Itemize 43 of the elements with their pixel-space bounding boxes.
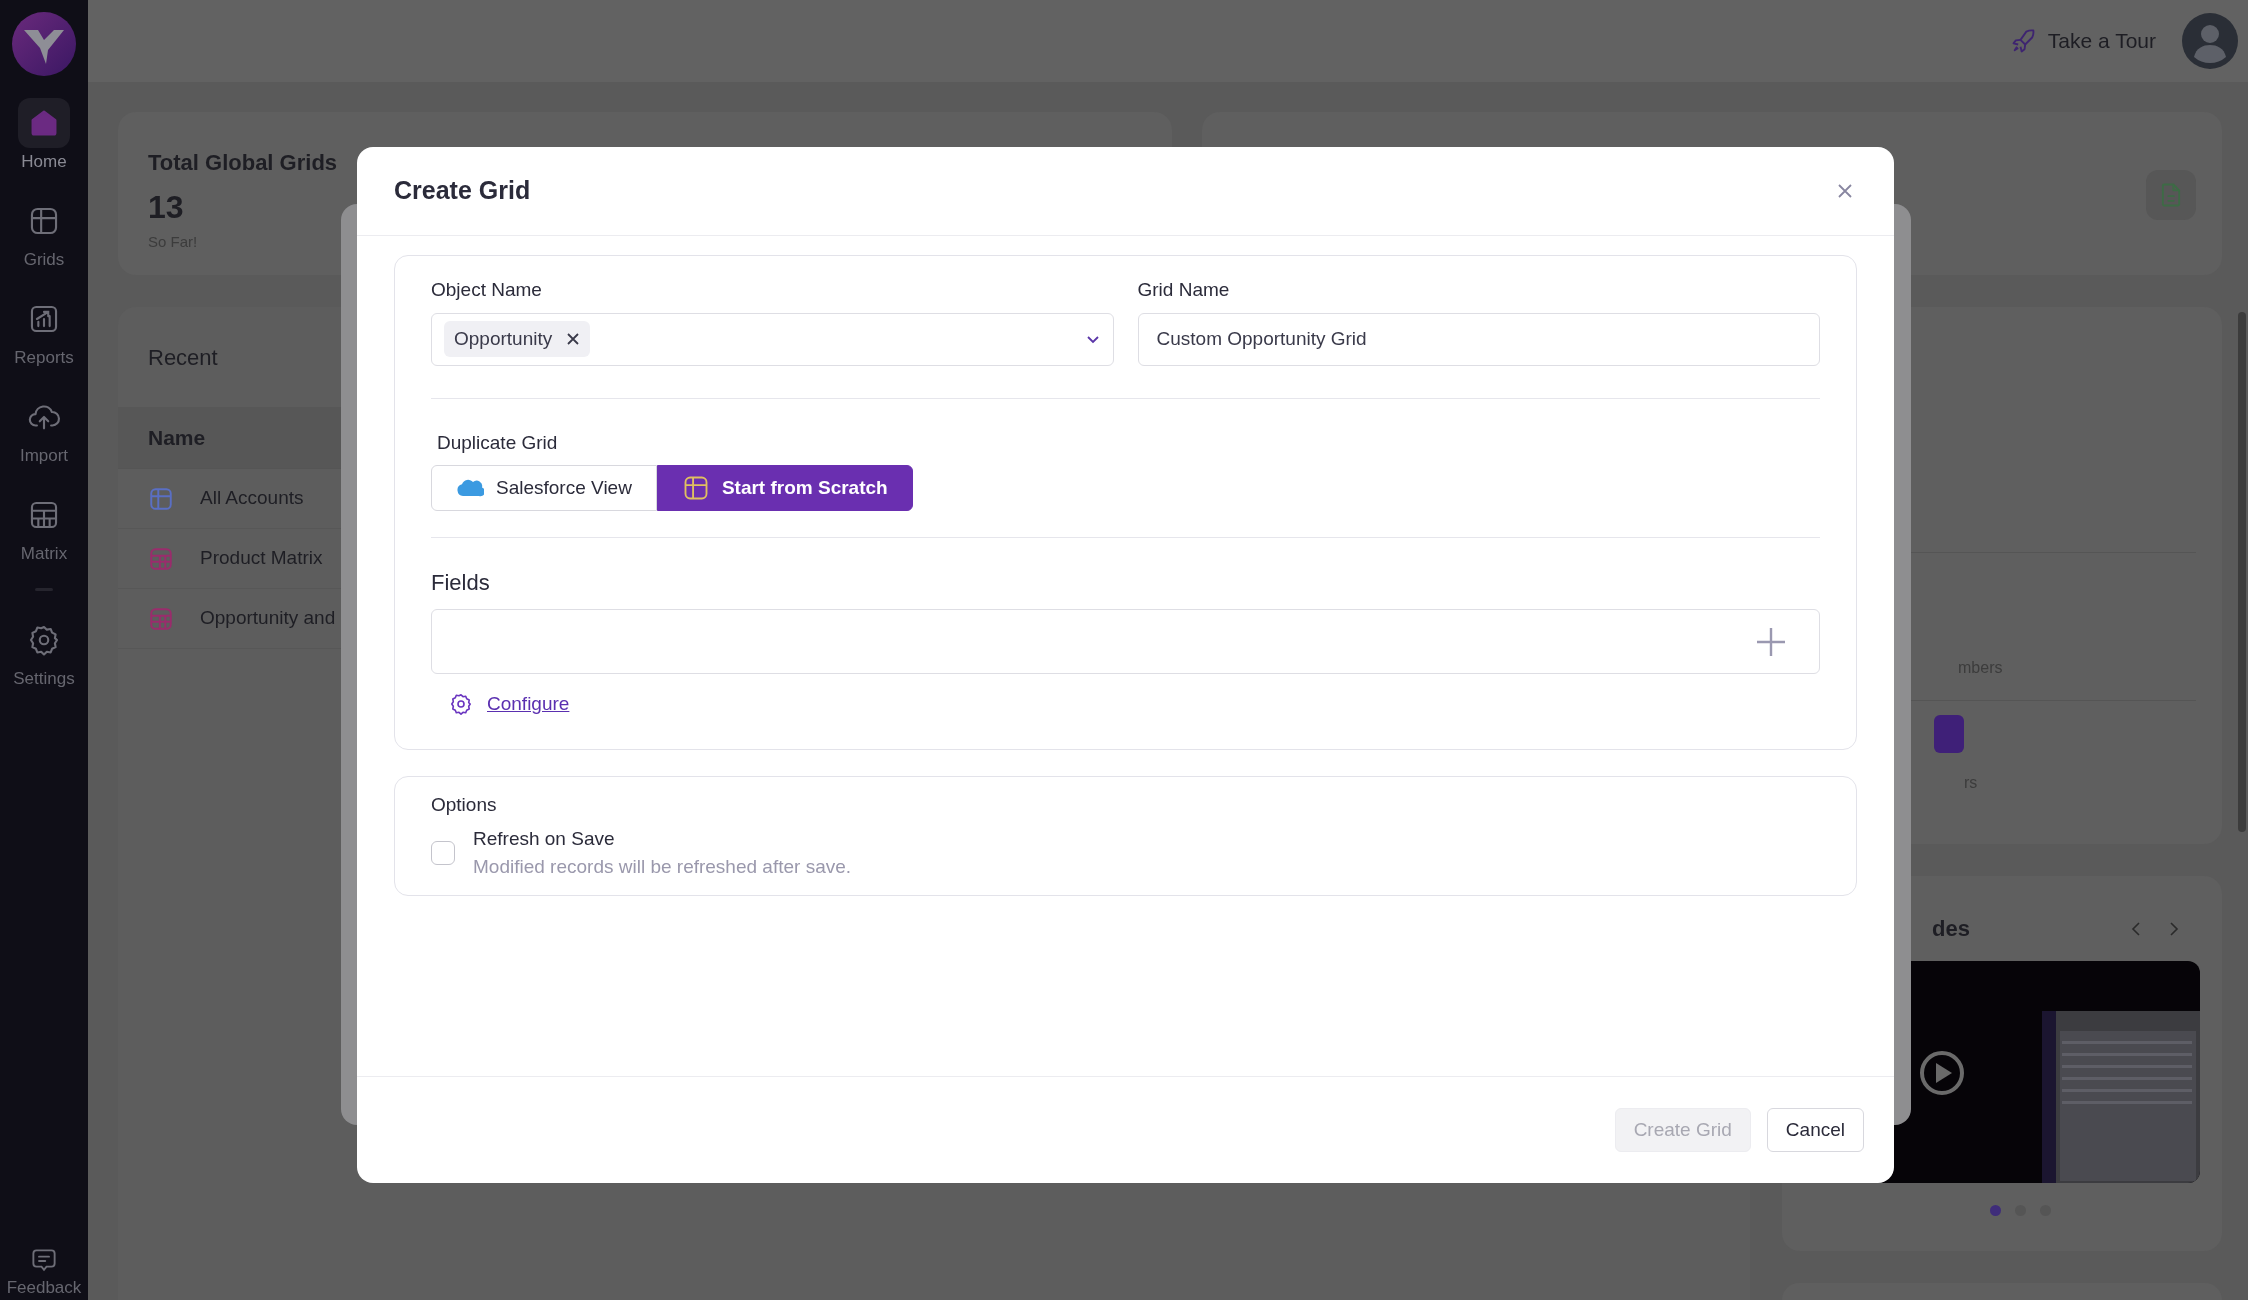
configure-link[interactable]: Configure	[487, 690, 570, 719]
settings-icon	[27, 623, 61, 657]
plus-icon[interactable]	[1755, 625, 1787, 658]
tag-label: Opportunity	[454, 326, 553, 351]
sidebar-item[interactable]: Matrix	[18, 490, 70, 564]
section-title: des	[1931, 915, 1970, 943]
settings-icon	[449, 692, 473, 717]
table-cell-text: Opportunity and	[200, 606, 336, 631]
table-cell-text: Product Matrix	[200, 546, 323, 571]
toggle-option[interactable]: Salesforce View	[431, 465, 657, 511]
sidebar-item[interactable]: Feedback	[6, 1246, 82, 1298]
section-title: Options	[431, 793, 497, 815]
sidebar-item[interactable]: Import	[18, 392, 70, 466]
dialog-title: Create Grid	[394, 175, 531, 207]
action-button[interactable]	[1934, 715, 1964, 753]
sidebar-item[interactable]: Grids	[18, 196, 70, 270]
section-title: Fields	[431, 569, 491, 597]
checkbox-label: Refresh on Save	[473, 827, 616, 851]
table-cell-text: All Accounts	[200, 486, 304, 511]
avatar-icon[interactable]	[2182, 13, 2238, 69]
checkbox-description: Modified records will be refreshed after save.	[473, 855, 852, 879]
scrollbar[interactable]	[2238, 312, 2246, 832]
field-label: Duplicate Grid	[436, 430, 559, 455]
document-button[interactable]	[2146, 170, 2196, 220]
remove-icon[interactable]	[566, 332, 581, 346]
section-title: Recent	[148, 343, 218, 372]
sidebar-item[interactable]: Settings	[13, 615, 75, 689]
object-select[interactable]: Opportunity	[431, 312, 1114, 366]
fields-box[interactable]	[431, 609, 1820, 674]
card-title: Total Global Grids	[148, 149, 339, 177]
toggle-option[interactable]: Start from Scratch	[656, 465, 913, 511]
close-icon[interactable]	[1836, 182, 1854, 200]
field-label: Grid Name	[1137, 278, 1231, 302]
cloud-icon	[456, 478, 484, 498]
sidebar-item[interactable]: Reports	[14, 294, 74, 368]
grid-count: 13	[148, 188, 184, 227]
take-a-tour-link[interactable]: Take a Tour	[2009, 25, 2156, 57]
column-header: Name	[148, 424, 206, 451]
field-label: Object Name	[431, 278, 543, 302]
grid-name-input[interactable]: Custom Opportunity Grid	[1137, 312, 1820, 366]
cancel-button[interactable]: Cancel	[1766, 1108, 1864, 1152]
logo-icon	[12, 12, 76, 76]
checkbox[interactable]	[431, 841, 455, 865]
